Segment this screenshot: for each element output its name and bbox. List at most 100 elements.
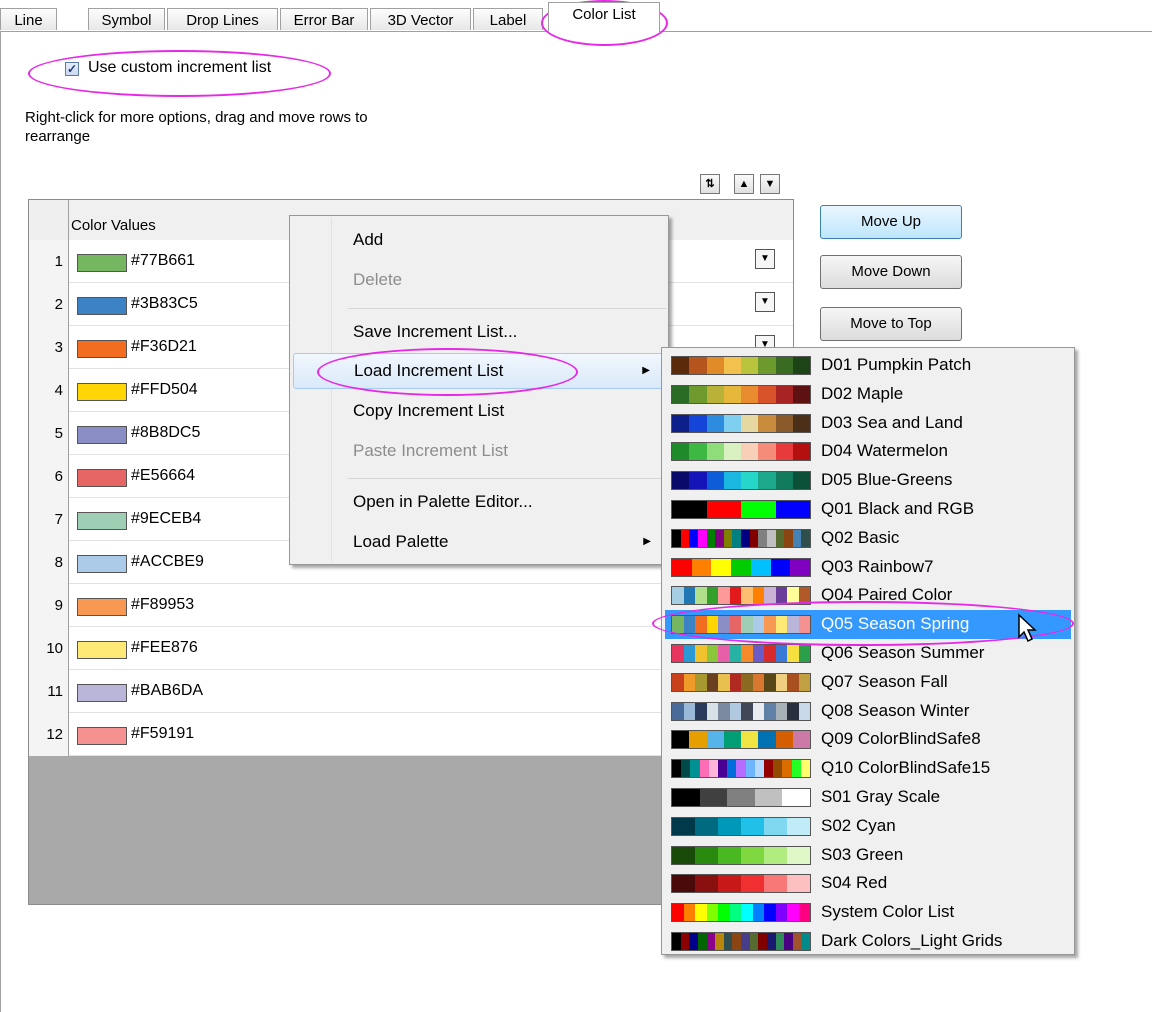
row-number[interactable]: 8 — [29, 541, 69, 584]
menu-item-copy-increment-list[interactable]: Copy Increment List — [293, 393, 665, 429]
color-swatch[interactable] — [77, 297, 127, 315]
submenu-item[interactable]: Q07 Season Fall — [665, 668, 1071, 697]
color-swatch[interactable] — [77, 598, 127, 616]
submenu-item[interactable]: Dark Colors_Light Grids — [665, 927, 1071, 956]
color-hex-value[interactable]: #F89953 — [131, 596, 194, 614]
submenu-item[interactable]: S02 Cyan — [665, 812, 1071, 841]
column-header-color-values[interactable]: Color Values — [71, 217, 156, 234]
submenu-item[interactable]: Q04 Paired Color — [665, 581, 1071, 610]
menu-item-delete[interactable]: Delete — [293, 262, 665, 298]
color-hex-value[interactable]: #FEE876 — [131, 639, 198, 657]
palette-color-swatch — [775, 443, 793, 461]
row-number[interactable]: 10 — [29, 627, 69, 670]
color-hex-value[interactable]: #F59191 — [131, 725, 194, 743]
menu-item-add[interactable]: Add — [293, 222, 665, 258]
color-swatch[interactable] — [77, 469, 127, 487]
palette-color-swatch — [741, 616, 753, 634]
palette-color-swatch — [758, 385, 776, 403]
submenu-item[interactable]: Q05 Season Spring — [665, 610, 1071, 640]
submenu-item[interactable]: D01 Pumpkin Patch — [665, 351, 1071, 380]
palette-color-swatch — [787, 616, 799, 634]
custom-increment-label[interactable]: Use custom increment list — [88, 59, 271, 77]
submenu-item[interactable]: D04 Watermelon — [665, 437, 1071, 466]
row-number[interactable]: 12 — [29, 713, 69, 756]
tab-3d-vector[interactable]: 3D Vector — [370, 8, 471, 30]
color-hex-value[interactable]: #8B8DC5 — [131, 424, 200, 442]
grid-corner[interactable] — [29, 200, 69, 240]
color-hex-value[interactable]: #3B83C5 — [131, 295, 198, 313]
submenu-item[interactable]: D05 Blue-Greens — [665, 466, 1071, 495]
submenu-item[interactable]: Q02 Basic — [665, 524, 1071, 553]
palette-color-swatch — [706, 414, 724, 432]
row-number[interactable]: 7 — [29, 498, 69, 541]
row-number[interactable]: 4 — [29, 369, 69, 412]
row-number[interactable]: 3 — [29, 326, 69, 369]
color-hex-value[interactable]: #77B661 — [131, 252, 195, 270]
color-swatch[interactable] — [77, 383, 127, 401]
tab-line[interactable]: Line — [0, 8, 57, 30]
submenu-item[interactable]: Q01 Black and RGB — [665, 495, 1071, 524]
palette-preview — [671, 903, 811, 923]
color-hex-value[interactable]: #F36D21 — [131, 338, 197, 356]
menu-item-save-increment-list[interactable]: Save Increment List... — [293, 314, 665, 350]
color-swatch[interactable] — [77, 512, 127, 530]
color-hex-value[interactable]: #E56664 — [131, 467, 195, 485]
palette-color-swatch — [706, 472, 724, 490]
submenu-item[interactable]: System Color List — [665, 898, 1071, 927]
tab-drop-lines[interactable]: Drop Lines — [167, 8, 278, 30]
move-down-button[interactable]: Move Down — [820, 255, 962, 289]
submenu-item[interactable]: Q03 Rainbow7 — [665, 553, 1071, 582]
scroll-up-button[interactable]: ▲ — [734, 174, 754, 194]
color-hex-value[interactable]: #FFD504 — [131, 381, 198, 399]
tab-label[interactable]: Label — [473, 8, 543, 30]
move-to-top-button[interactable]: Move to Top — [820, 307, 962, 341]
palette-preview — [671, 557, 811, 577]
submenu-item-label: Q10 ColorBlindSafe15 — [821, 758, 991, 778]
color-swatch[interactable] — [77, 727, 127, 745]
scroll-down-button[interactable]: ▼ — [760, 174, 780, 194]
color-swatch[interactable] — [77, 340, 127, 358]
tab-error-bar[interactable]: Error Bar — [280, 8, 368, 30]
tab-color-list[interactable]: Color List — [548, 2, 660, 32]
palette-color-swatch — [741, 933, 750, 950]
menu-item-paste-increment-list[interactable]: Paste Increment List — [293, 433, 665, 469]
color-hex-value[interactable]: #9ECEB4 — [131, 510, 201, 528]
row-number[interactable]: 6 — [29, 455, 69, 498]
menu-item-open-palette-editor[interactable]: Open in Palette Editor... — [293, 484, 665, 520]
menu-item-load-increment-list[interactable]: Load Increment List ▶ — [293, 353, 665, 389]
submenu-item[interactable]: Q08 Season Winter — [665, 697, 1071, 726]
palette-color-swatch — [706, 731, 724, 749]
color-hex-value[interactable]: #ACCBE9 — [131, 553, 204, 571]
swap-order-button[interactable]: ⇅ — [700, 174, 720, 194]
submenu-item[interactable]: Q09 ColorBlindSafe8 — [665, 725, 1071, 754]
color-hex-value[interactable]: #BAB6DA — [131, 682, 203, 700]
palette-color-swatch — [695, 616, 707, 634]
color-swatch[interactable] — [77, 684, 127, 702]
color-swatch[interactable] — [77, 426, 127, 444]
submenu-item[interactable]: S03 Green — [665, 841, 1071, 870]
color-swatch[interactable] — [77, 555, 127, 573]
submenu-item[interactable]: Q10 ColorBlindSafe15 — [665, 754, 1071, 783]
row-number[interactable]: 5 — [29, 412, 69, 455]
submenu-item[interactable]: D03 Sea and Land — [665, 409, 1071, 438]
submenu-item[interactable]: S01 Gray Scale — [665, 783, 1071, 812]
palette-color-swatch — [764, 645, 776, 662]
color-dropdown-button[interactable]: ▼ — [755, 292, 775, 312]
menu-item-load-palette[interactable]: Load Palette ▶ — [293, 524, 665, 560]
row-number[interactable]: 11 — [29, 670, 69, 713]
row-number[interactable]: 9 — [29, 584, 69, 627]
custom-increment-checkbox[interactable]: ✓ — [65, 62, 79, 76]
palette-color-swatch — [689, 385, 707, 403]
submenu-item[interactable]: Q06 Season Summer — [665, 639, 1071, 668]
submenu-item[interactable]: S04 Red — [665, 869, 1071, 898]
color-swatch[interactable] — [77, 254, 127, 272]
palette-color-swatch — [689, 472, 707, 490]
color-dropdown-button[interactable]: ▼ — [755, 249, 775, 269]
row-number[interactable]: 1 — [29, 240, 69, 283]
palette-color-swatch — [792, 472, 810, 490]
tab-symbol[interactable]: Symbol — [88, 8, 165, 30]
row-number[interactable]: 2 — [29, 283, 69, 326]
submenu-item[interactable]: D02 Maple — [665, 380, 1071, 409]
color-swatch[interactable] — [77, 641, 127, 659]
move-up-button[interactable]: Move Up — [820, 205, 962, 239]
